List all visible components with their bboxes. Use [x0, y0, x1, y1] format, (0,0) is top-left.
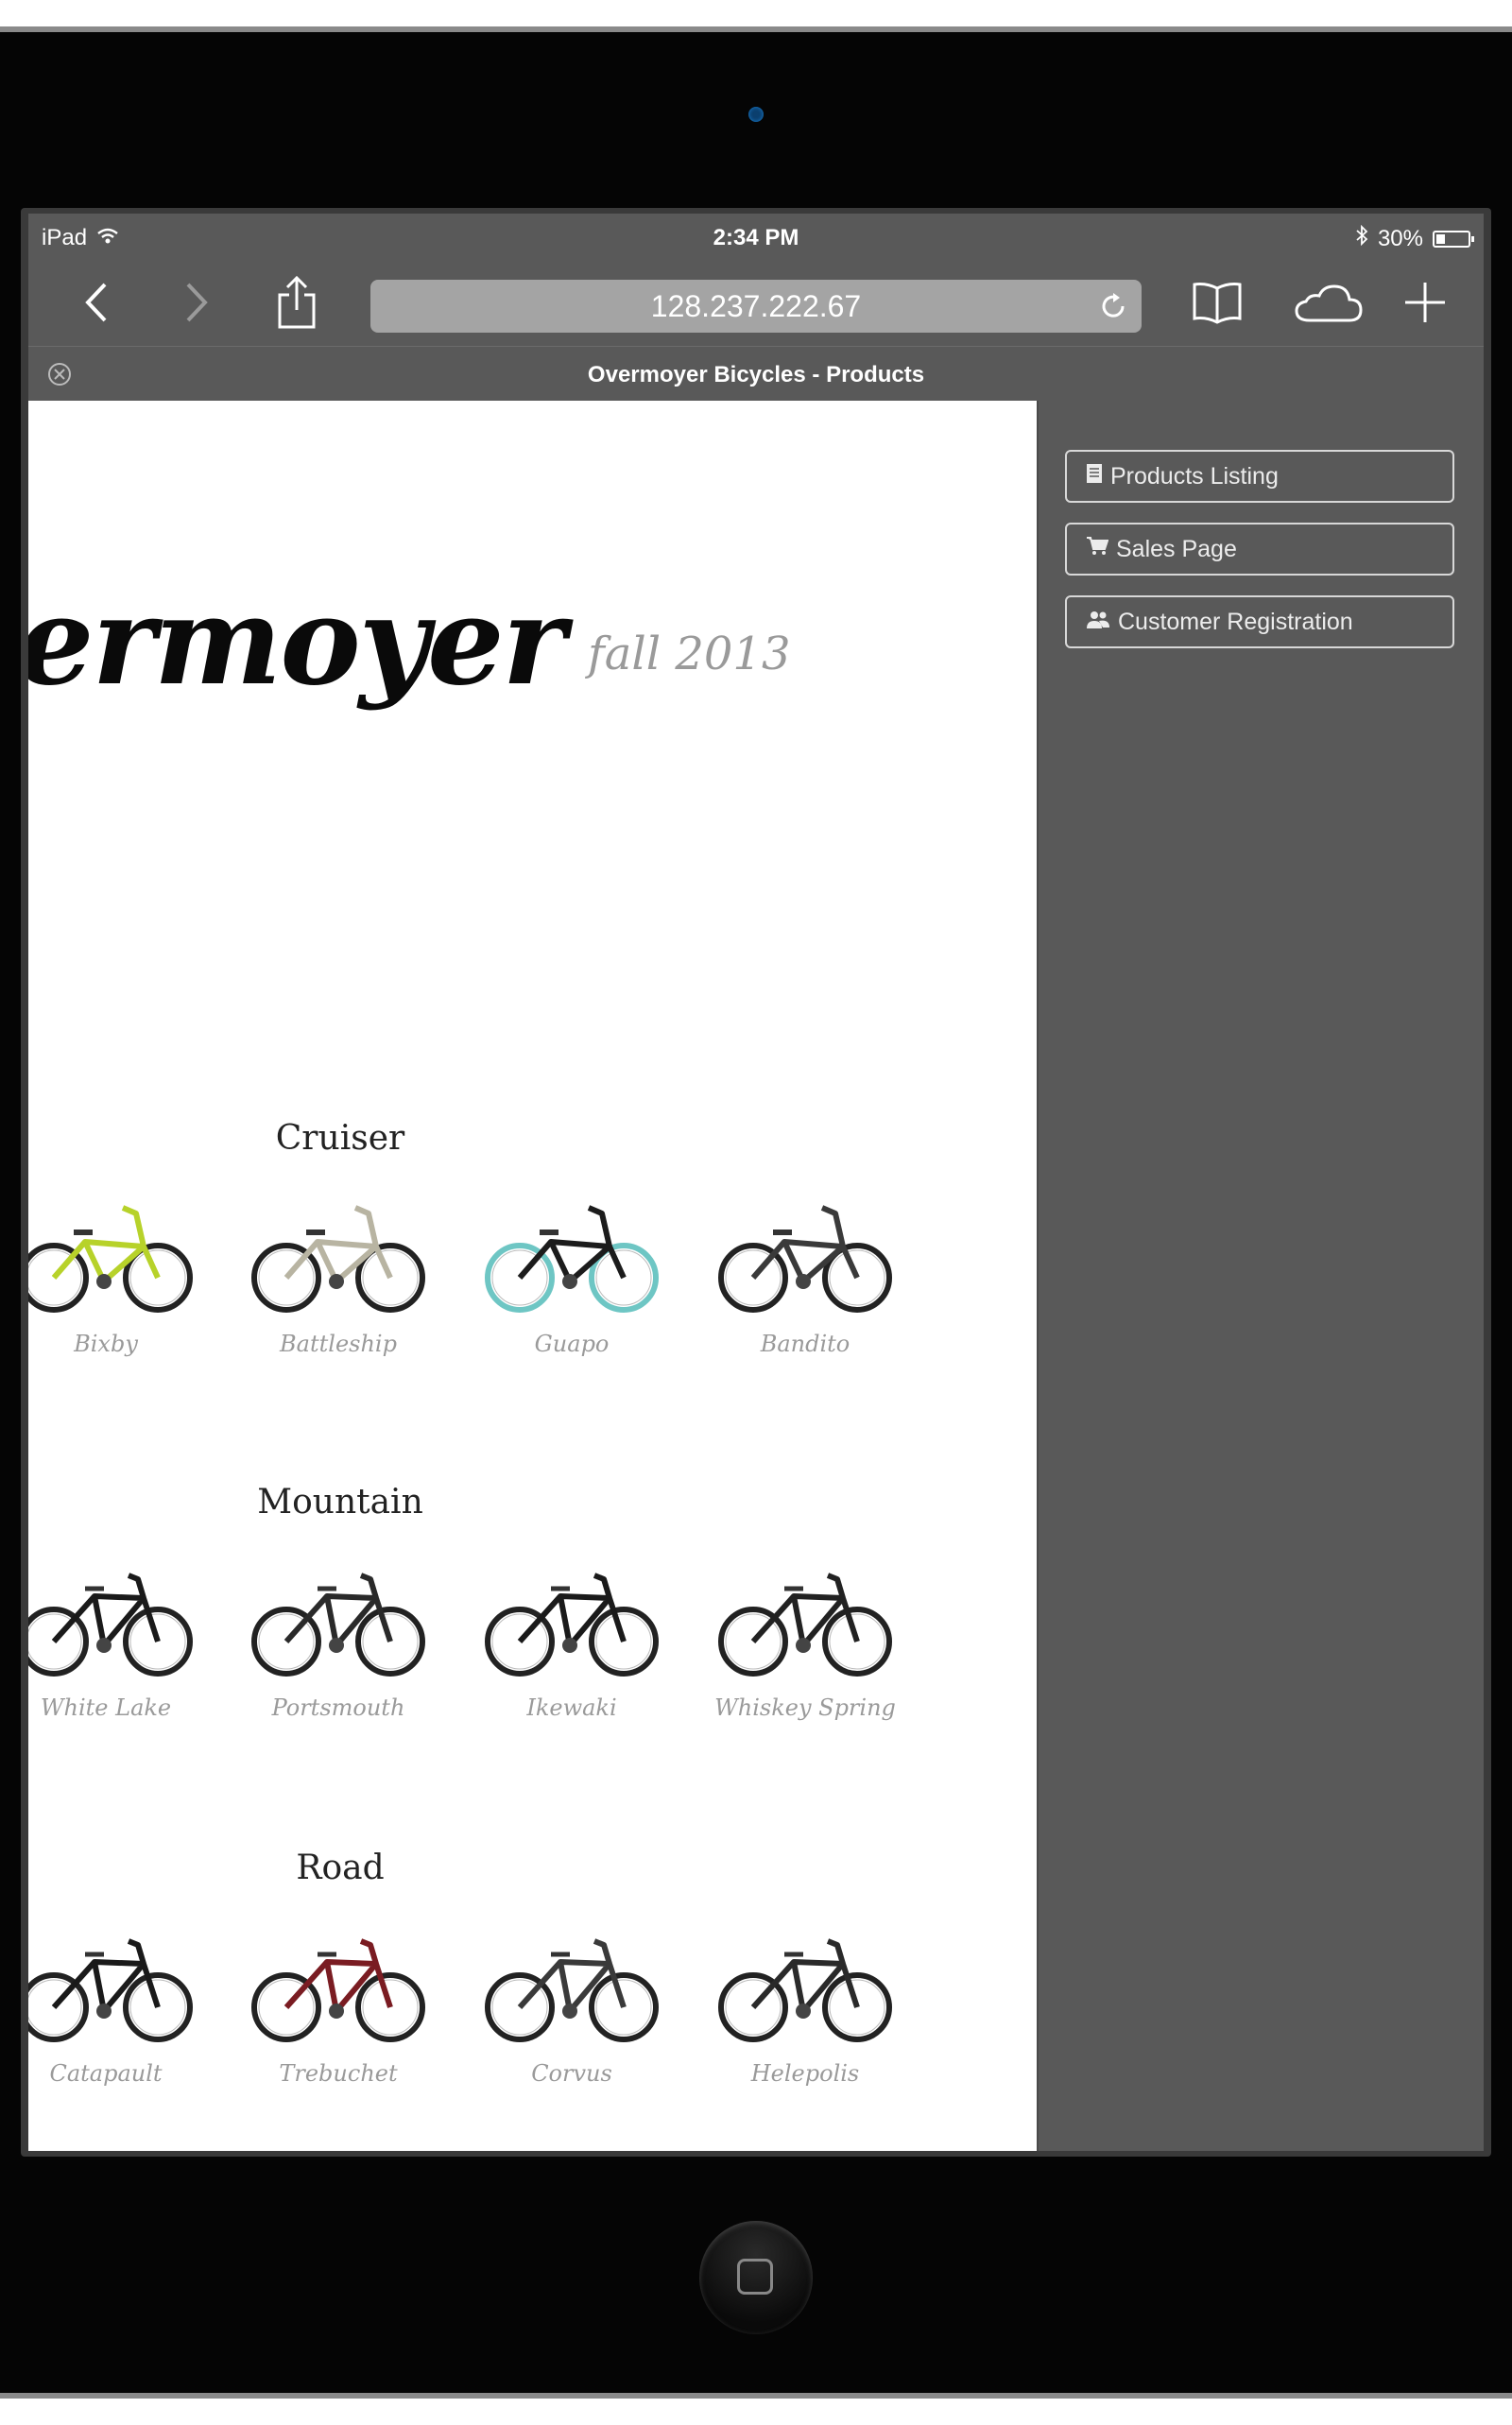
side-panel: Products Listing Sales Page Customer Reg…: [1037, 401, 1484, 2151]
battery-percent: 30%: [1377, 225, 1423, 251]
bike-card[interactable]: White Lake: [28, 1558, 200, 1721]
brand-logo: ermoyer: [28, 571, 566, 713]
clock: 2:34 PM: [713, 225, 799, 250]
section-mountain-title: Mountain: [257, 1483, 423, 1522]
season-label: fall 2013: [588, 628, 791, 680]
bike-name: Bandito: [760, 1331, 850, 1357]
home-button[interactable]: [699, 2221, 813, 2334]
bike-card[interactable]: Corvus: [477, 1924, 666, 2087]
bike-name: Bixby: [74, 1331, 138, 1357]
status-bar: iPad 2:34 PM 30%: [28, 214, 1484, 261]
bike-name: Portsmouth: [271, 1694, 405, 1721]
bike-image: [718, 1205, 892, 1313]
products-listing-label: Products Listing: [1110, 462, 1279, 490]
bike-image: [718, 1938, 892, 2042]
document-icon: [1086, 463, 1103, 490]
bike-image: [485, 1573, 659, 1677]
home-square-icon: [737, 2259, 773, 2295]
bike-card[interactable]: Ikewaki: [477, 1558, 666, 1721]
bike-card[interactable]: Trebuchet: [244, 1924, 433, 2087]
products-listing-button[interactable]: Products Listing: [1065, 450, 1454, 503]
bike-image: [718, 1573, 892, 1677]
bike-image: [485, 1938, 659, 2042]
bike-card[interactable]: Whiskey Spring: [711, 1558, 900, 1721]
bike-card[interactable]: Guapo: [477, 1195, 666, 1357]
bike-name: Catapault: [49, 2060, 163, 2087]
bike-name: White Lake: [40, 1694, 172, 1721]
screen: iPad 2:34 PM 30% 128.237.222.67 Overmoye…: [28, 214, 1484, 2151]
sales-page-label: Sales Page: [1116, 535, 1237, 562]
cloud-tabs-icon[interactable]: [1291, 274, 1366, 331]
bike-card[interactable]: Bandito: [711, 1195, 900, 1357]
bike-name: Ikewaki: [526, 1694, 617, 1721]
bike-image: [28, 1573, 193, 1677]
customer-registration-button[interactable]: Customer Registration: [1065, 595, 1454, 648]
forward-icon[interactable]: [168, 274, 225, 331]
bike-name: Trebuchet: [279, 2060, 398, 2087]
bike-card[interactable]: Helepolis: [711, 1924, 900, 2087]
url-field[interactable]: 128.237.222.67: [370, 280, 1142, 333]
tab-bar: Overmoyer Bicycles - Products: [28, 346, 1484, 403]
bike-card[interactable]: Catapault: [28, 1924, 200, 2087]
bike-card[interactable]: Portsmouth: [244, 1558, 433, 1721]
bike-name: Battleship: [280, 1331, 397, 1357]
bike-card[interactable]: Bixby: [28, 1195, 200, 1357]
bike-image: [251, 1938, 425, 2042]
sales-page-button[interactable]: Sales Page: [1065, 523, 1454, 576]
battery-icon: [1433, 230, 1474, 248]
bike-image: [485, 1205, 659, 1313]
bike-image: [28, 1938, 193, 2042]
web-page: ermoyer fall 2013 Cruiser Bixby Battleship…: [28, 401, 1037, 2151]
customer-registration-label: Customer Registration: [1118, 608, 1353, 635]
cart-icon: [1086, 536, 1109, 563]
browser-toolbar: 128.237.222.67: [28, 261, 1484, 346]
bike-name: Guapo: [534, 1331, 610, 1357]
bike-card[interactable]: Battleship: [244, 1195, 433, 1357]
section-road-title: Road: [296, 1849, 385, 1887]
bike-name: Helepolis: [750, 2060, 860, 2087]
bluetooth-icon: [1355, 224, 1368, 252]
back-icon[interactable]: [68, 274, 125, 331]
front-camera: [748, 107, 764, 122]
tab-title[interactable]: Overmoyer Bicycles - Products: [28, 362, 1484, 388]
share-icon[interactable]: [268, 274, 325, 331]
new-tab-icon[interactable]: [1397, 274, 1453, 331]
url-text: 128.237.222.67: [650, 288, 862, 323]
reload-icon[interactable]: [1098, 291, 1128, 329]
bookmarks-icon[interactable]: [1189, 274, 1246, 331]
bike-name: Corvus: [531, 2060, 612, 2087]
bike-name: Whiskey Spring: [714, 1694, 896, 1721]
section-cruiser-title: Cruiser: [275, 1119, 405, 1158]
bike-image: [251, 1205, 425, 1313]
users-icon: [1086, 609, 1110, 636]
bike-image: [251, 1573, 425, 1677]
bike-image: [28, 1205, 193, 1313]
